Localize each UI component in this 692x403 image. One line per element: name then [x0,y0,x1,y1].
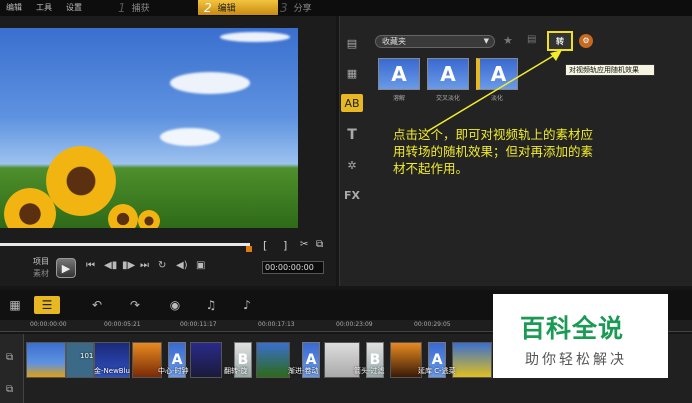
clip-mode-label[interactable]: 素材 [33,268,49,279]
annotation-text: 点击这个，即可对视频轨上的素材应用转场的随机效果；但对再添加的素材不起作用。 [393,127,594,176]
tooltip: 对视频轨应用随机效果 [565,64,655,76]
step-capture-tab[interactable]: 1 捕获 [118,0,198,15]
next-frame-icon[interactable]: ▮▶ [122,260,135,271]
instant-project-tab-icon[interactable]: ▦ [341,64,363,82]
ruler-tick-label: 00:00:00:00 [30,321,67,328]
clip-label: 渐进-卷动 [288,367,319,375]
ruler-tick-label: 00:00:29:05 [414,321,451,328]
media-tab-icon[interactable]: ▤ [341,34,363,52]
annotation-arrow [427,50,562,132]
step-label: 编辑 [217,4,236,14]
video-clip[interactable] [452,342,492,378]
audio-mixer-icon[interactable]: ♫ [200,296,222,314]
clip-label: 箭头-过滤 [354,367,385,375]
play-button[interactable]: ▶ [56,258,76,278]
step-share-tab[interactable]: 3 分享 [280,0,340,15]
filter-tab-icon[interactable]: FX [341,186,363,204]
timecode-value: 00:00:00:00 [265,263,314,272]
auto-music-icon[interactable]: ♪ [236,296,258,314]
timecode-field[interactable]: 00:00:00:00 [262,261,324,274]
fullscreen-icon[interactable]: ▣ [196,260,205,271]
step-label: 分享 [293,4,312,14]
apply-current-icon[interactable]: ▤ [527,34,536,45]
undo-icon[interactable]: ↶ [86,296,108,314]
go-end-icon[interactable]: ⏭ [140,260,149,271]
copy-icon[interactable]: ⧉ [316,239,323,250]
video-clip[interactable] [190,342,222,378]
sunflower-shape [138,210,160,228]
step-label: 捕获 [131,4,150,14]
step-edit-tab[interactable]: 2 编辑 [198,0,278,15]
track-header: ⧉ ⧉ [0,334,24,403]
thumb-glyph: A [391,62,407,86]
storyboard-view-icon[interactable]: ▦ [4,296,26,314]
video-clip[interactable] [26,342,66,378]
graphic-tab-icon[interactable]: ✲ [341,156,363,174]
mark-in-button[interactable]: [ [263,239,267,252]
volume-icon[interactable]: ◀) [176,260,188,271]
video-clip[interactable] [256,342,290,378]
ruler-tick-label: 00:00:23:09 [336,321,373,328]
menu-edit[interactable]: 编辑 [6,2,22,13]
project-mode-label[interactable]: 项目 [33,256,49,267]
watermark-logo: 百科全说 [520,314,625,343]
watermark-tagline: 助你轻松解决 [525,352,627,368]
scrub-bar[interactable] [0,243,250,246]
top-menu-bar [0,0,692,16]
sunflower-shape [46,146,116,216]
sunflower-shape [108,204,138,228]
redo-icon[interactable]: ↷ [124,296,146,314]
video-preview [0,28,298,228]
ruler-tick-label: 00:00:05:21 [104,321,141,328]
clip-label: 翻转-旋 [224,367,248,375]
dropdown-value: 收藏夹 [382,37,406,46]
repeat-icon[interactable]: ↻ [158,260,166,271]
thumb-label: 溶解 [392,95,405,102]
clip-label: 101 [80,352,94,360]
menu-settings[interactable]: 设置 [66,2,82,13]
cloud-shape [160,128,220,146]
clip-label: 中心-时钟 [158,367,189,375]
video-editor-window: 编辑 工具 设置 1 捕获 2 编辑 3 分享 [ ] ✂ ⧉ 项目 素材 ▶ … [0,0,692,403]
go-start-icon[interactable]: ⏮ [86,260,95,271]
record-capture-icon[interactable]: ◉ [164,296,186,314]
cloud-shape [170,72,250,94]
scrub-handle[interactable] [246,246,252,252]
clip-label: 延库 C-逃菜 [418,367,456,375]
step-number: 3 [280,0,288,15]
video-clip[interactable] [66,342,94,378]
mark-out-button[interactable]: ] [283,239,287,252]
play-icon: ▶ [61,261,71,275]
timeline-view-icon[interactable]: ☰ [34,296,60,314]
overlay-track-icon[interactable]: ⧉ [6,384,13,395]
split-clip-icon[interactable]: ✂ [300,239,308,250]
menu-tools[interactable]: 工具 [36,2,52,13]
prev-frame-icon[interactable]: ◀▮ [104,260,117,271]
clip-label: 金-NewBlu [94,367,130,375]
video-track-icon[interactable]: ⧉ [6,352,13,363]
transition-tab-icon[interactable]: AB [341,94,363,112]
transition-thumb[interactable]: A [378,58,420,90]
ruler-tick-label: 00:00:17:13 [258,321,295,328]
step-number: 1 [118,0,126,15]
cloud-shape [220,32,290,42]
ruler-tick-label: 00:00:11:17 [180,321,217,328]
title-tab-icon[interactable]: T [341,126,363,144]
step-number: 2 [204,0,212,15]
options-icon[interactable]: ⚙ [579,34,593,48]
